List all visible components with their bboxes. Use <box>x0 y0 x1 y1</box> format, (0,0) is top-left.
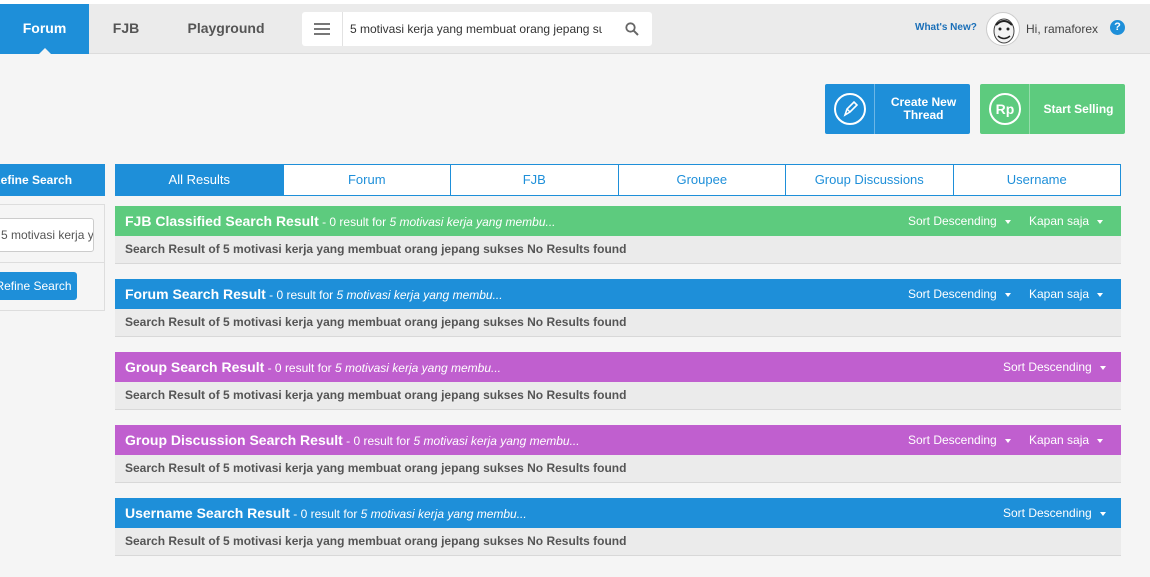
result-body: Search Result of 5 motivasi kerja yang m… <box>115 382 1121 410</box>
refine-search-header-label: Refine Search <box>0 173 73 187</box>
result-title: FJB Classified Search Result <box>125 213 319 229</box>
result-title: Username Search Result <box>125 505 290 521</box>
result-tabs: All Results Forum FJB Groupee Group Disc… <box>115 164 1121 196</box>
result-query: 5 motivasi kerja yang membu... <box>360 507 527 521</box>
time-dropdown[interactable]: Kapan saja <box>1029 425 1104 455</box>
result-header: FJB Classified Search Result - 0 result … <box>115 206 1121 236</box>
tab-forum[interactable]: Forum <box>282 165 451 195</box>
search-icon[interactable] <box>625 22 639 36</box>
search-divider <box>342 12 343 46</box>
caret-down-icon <box>1004 219 1011 224</box>
refine-divider <box>0 262 104 263</box>
group-discussion-result-section: Group Discussion Search Result - 0 resul… <box>115 425 1121 483</box>
create-thread-label: Create New Thread <box>890 95 957 122</box>
nav-tab-fjb[interactable]: FJB <box>105 4 147 54</box>
tab-all-results[interactable]: All Results <box>116 165 283 195</box>
result-header: Group Discussion Search Result - 0 resul… <box>115 425 1121 455</box>
result-body: Search Result of 5 motivasi kerja yang m… <box>115 455 1121 483</box>
sort-label: Sort Descending <box>908 287 997 301</box>
result-query: 5 motivasi kerja yang membu... <box>334 361 502 375</box>
sort-dropdown[interactable]: Sort Descending <box>908 206 1011 236</box>
avatar-face-icon <box>993 18 1015 44</box>
sort-dropdown[interactable]: Sort Descending <box>1003 498 1106 528</box>
result-query: 5 motivasi kerja yang membu... <box>413 434 580 448</box>
create-thread-button[interactable]: Create New Thread <box>825 84 970 134</box>
result-count: - 0 result for <box>264 361 335 375</box>
caret-down-icon <box>1097 292 1104 297</box>
result-query: 5 motivasi kerja yang membu... <box>336 288 503 302</box>
tab-username[interactable]: Username <box>952 165 1121 195</box>
result-title: Group Search Result <box>125 359 265 375</box>
help-icon[interactable]: ? <box>1110 20 1125 35</box>
caret-down-icon <box>1099 511 1106 516</box>
search-input[interactable] <box>350 18 602 40</box>
caret-down-icon <box>1099 365 1106 370</box>
refine-search-button[interactable]: Refine Search <box>0 272 77 300</box>
pencil-icon <box>834 93 866 125</box>
hamburger-icon[interactable] <box>314 23 330 36</box>
caret-down-icon <box>1004 438 1011 443</box>
time-label: Kapan saja <box>1029 433 1090 447</box>
btn-icon-wrap <box>825 84 875 134</box>
caret-down-icon <box>1097 219 1104 224</box>
result-header: Forum Search Result - 0 result for 5 mot… <box>115 279 1121 309</box>
sort-label: Sort Descending <box>1003 360 1092 374</box>
sort-label: Sort Descending <box>1003 506 1092 520</box>
tab-fjb[interactable]: FJB <box>450 165 618 195</box>
result-body: Search Result of 5 motivasi kerja yang m… <box>115 309 1121 337</box>
refine-search-panel: Refine Search <box>0 204 105 311</box>
time-dropdown[interactable]: Kapan saja <box>1029 206 1104 236</box>
time-dropdown[interactable]: Kapan saja <box>1029 279 1104 309</box>
time-label: Kapan saja <box>1029 214 1090 228</box>
start-selling-label: Start Selling <box>1043 101 1114 116</box>
forum-result-section: Forum Search Result - 0 result for 5 mot… <box>115 279 1121 337</box>
result-header: Username Search Result - 0 result for 5 … <box>115 498 1121 528</box>
user-greeting[interactable]: Hi, ramaforex <box>1026 22 1098 36</box>
refine-search-input[interactable] <box>0 218 94 252</box>
result-count: - 0 result for <box>265 288 337 302</box>
rupiah-icon: Rp <box>989 93 1021 125</box>
sort-dropdown[interactable]: Sort Descending <box>1003 352 1106 382</box>
whats-new-link[interactable]: What's New? <box>915 22 977 33</box>
caret-down-icon <box>1097 438 1104 443</box>
nav-tab-playground[interactable]: Playground <box>186 4 266 54</box>
sort-dropdown[interactable]: Sort Descending <box>908 279 1011 309</box>
sort-dropdown[interactable]: Sort Descending <box>908 425 1011 455</box>
tab-groupee[interactable]: Groupee <box>617 165 786 195</box>
username-result-section: Username Search Result - 0 result for 5 … <box>115 498 1121 556</box>
result-header: Group Search Result - 0 result for 5 mot… <box>115 352 1121 382</box>
top-navigation: Forum FJB Playground What's New? Hi, ram… <box>0 4 1150 54</box>
fjb-result-section: FJB Classified Search Result - 0 result … <box>115 206 1121 264</box>
tab-group-discussions[interactable]: Group Discussions <box>785 165 953 195</box>
result-title: Group Discussion Search Result <box>125 432 343 448</box>
time-label: Kapan saja <box>1029 287 1090 301</box>
result-body: Search Result of 5 motivasi kerja yang m… <box>115 528 1121 556</box>
avatar[interactable] <box>986 12 1020 46</box>
btn-icon-wrap: Rp <box>980 84 1030 134</box>
sort-label: Sort Descending <box>908 214 997 228</box>
group-result-section: Group Search Result - 0 result for 5 mot… <box>115 352 1121 410</box>
start-selling-button[interactable]: Rp Start Selling <box>980 84 1125 134</box>
result-count: - 0 result for <box>342 434 414 448</box>
sort-label: Sort Descending <box>908 433 997 447</box>
result-title: Forum Search Result <box>125 286 266 302</box>
nav-tab-forum[interactable]: Forum <box>0 4 89 54</box>
result-query: 5 motivasi kerja yang membu... <box>389 215 556 229</box>
result-count: - 0 result for <box>318 215 390 229</box>
global-search <box>302 12 652 46</box>
refine-search-header: Refine Search <box>0 164 105 196</box>
result-count: - 0 result for <box>289 507 361 521</box>
result-body: Search Result of 5 motivasi kerja yang m… <box>115 236 1121 264</box>
caret-down-icon <box>1004 292 1011 297</box>
